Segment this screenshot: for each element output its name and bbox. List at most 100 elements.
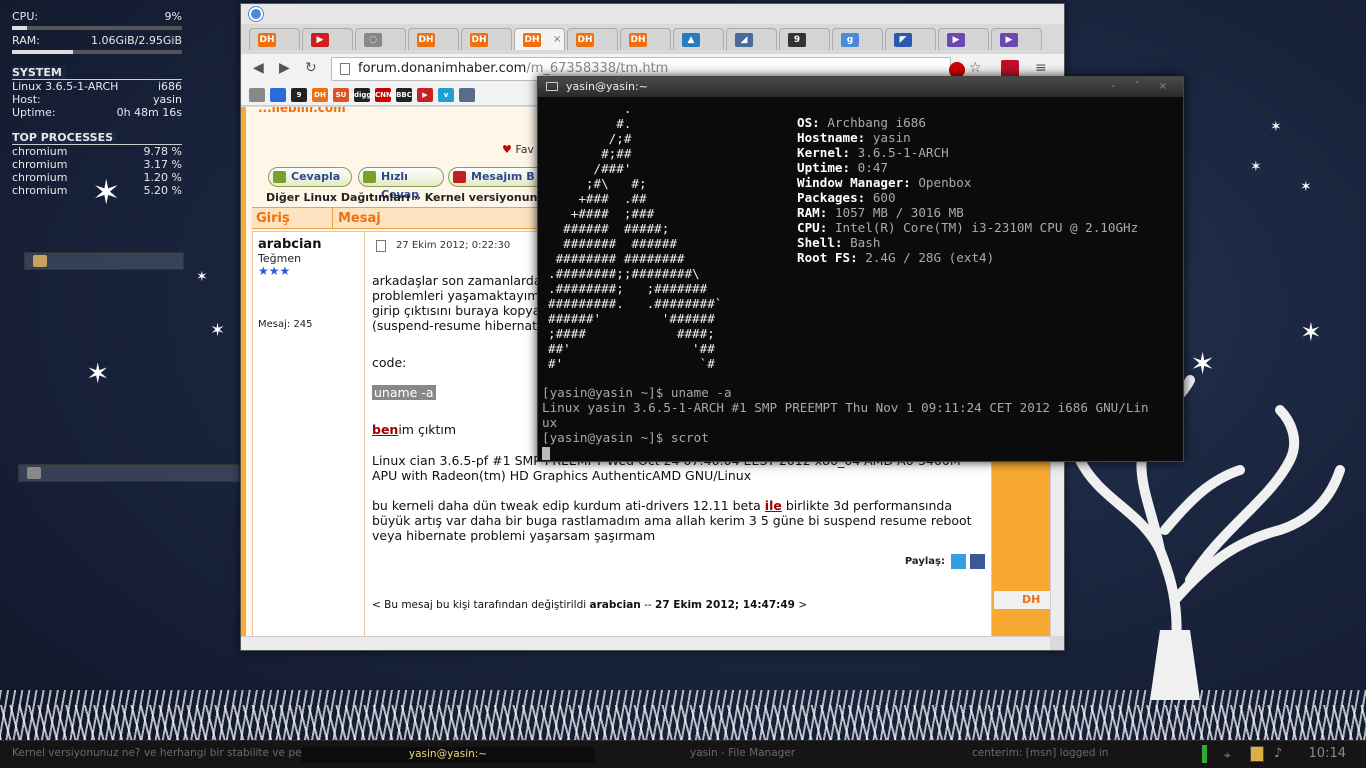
sysinfo-key: RAM: bbox=[797, 205, 828, 220]
reply-button[interactable]: Cevapla bbox=[268, 167, 352, 187]
sysinfo-row: Root FS: 2.4G / 28G (ext4) bbox=[797, 250, 1138, 265]
sysinfo-key: Kernel: bbox=[797, 145, 851, 160]
reload-button[interactable]: ↻ bbox=[305, 60, 317, 76]
sysinfo-value: 3.6.5-1-ARCH bbox=[857, 145, 949, 160]
bookmark-4[interactable]: SU bbox=[333, 88, 349, 102]
bookmark-0[interactable] bbox=[249, 88, 265, 102]
sysinfo-value: yasin bbox=[872, 130, 911, 145]
sysinfo-value: 2.4G / 28G (ext4) bbox=[865, 250, 995, 265]
sysinfo-value: Archbang i686 bbox=[827, 115, 926, 130]
tab-favicon: ▲ bbox=[682, 32, 700, 47]
menu-icon[interactable]: ≡ bbox=[1035, 60, 1047, 76]
favorites-link[interactable]: ♥ Fav bbox=[502, 143, 534, 156]
facebook-icon[interactable] bbox=[970, 554, 985, 569]
task-centerim[interactable]: centerim: [msn] logged in bbox=[972, 747, 1108, 759]
ile-link[interactable]: ile bbox=[765, 498, 782, 513]
sysinfo-key: Window Manager: bbox=[797, 175, 911, 190]
tab-strip: DH ▶ ◌ DH DH DH × DH DH ▲ ◢ 9 g ◤ ▶ ▶ bbox=[249, 28, 1060, 52]
bookmark-7[interactable]: BBC bbox=[396, 88, 412, 102]
tab-7[interactable]: DH bbox=[620, 28, 671, 50]
url-host: forum.donanimhaber.com bbox=[358, 61, 527, 76]
bookmark-1[interactable] bbox=[270, 88, 286, 102]
quick-reply-button[interactable]: Hızlı Cevap bbox=[358, 167, 444, 201]
post-date: 27 Ekim 2012; 0:22:30 bbox=[396, 240, 511, 251]
task-terminal[interactable]: yasin@yasin:~ bbox=[302, 747, 594, 763]
process-name: chromium bbox=[12, 184, 68, 197]
horizontal-scrollbar[interactable] bbox=[241, 636, 1050, 650]
bookmark-2[interactable]: 9 bbox=[291, 88, 307, 102]
tab-close-icon[interactable]: × bbox=[553, 34, 561, 45]
author-panel: arabcian Teğmen ★★★ Mesaj: 245 bbox=[253, 232, 365, 636]
clipboard-icon[interactable] bbox=[1250, 746, 1264, 762]
tab-11[interactable]: g bbox=[832, 28, 883, 50]
cpu-value: 9% bbox=[164, 10, 182, 23]
sysinfo-row: Shell: Bash bbox=[797, 235, 1138, 250]
task-browser[interactable]: Kernel versiyonunuz ne? ve herhangi bir … bbox=[12, 747, 329, 759]
process-list: chromium 9.78 % chromium 3.17 % chromium 1.20… bbox=[12, 145, 182, 197]
bookmark-6[interactable]: CNN bbox=[375, 88, 392, 102]
leaf-decoration: ✶ bbox=[196, 269, 208, 285]
leaf-decoration: ✶ bbox=[210, 320, 226, 341]
desktop-terminal-icon[interactable] bbox=[18, 464, 240, 482]
terminal-screen[interactable]: . #. /;# #;## /###' ;#\ #; +### .## +###… bbox=[542, 97, 1179, 460]
tab-9[interactable]: ◢ bbox=[726, 28, 777, 50]
tab-10[interactable]: 9 bbox=[779, 28, 830, 50]
sysinfo-row: CPU: Intel(R) Core(TM) i3-2310M CPU @ 2.… bbox=[797, 220, 1138, 235]
tab-favicon: 9 bbox=[788, 32, 806, 47]
terminal-icon bbox=[546, 82, 558, 91]
reply-icon bbox=[273, 171, 286, 183]
tab-1[interactable]: ▶ bbox=[302, 28, 353, 50]
tab-6[interactable]: DH bbox=[567, 28, 618, 50]
tab-4[interactable]: DH bbox=[461, 28, 512, 50]
desktop-home-icon[interactable] bbox=[24, 252, 184, 270]
ram-label: RAM: bbox=[12, 34, 40, 47]
leaf-decoration: ✶ bbox=[1300, 179, 1312, 195]
breadcrumb[interactable]: Diğer Linux Dağıtımları » Kernel versiyo… bbox=[266, 191, 571, 204]
back-button[interactable]: ◀ bbox=[253, 60, 264, 76]
window-buttons[interactable]: - ˄ × bbox=[1112, 77, 1175, 97]
tab-favicon: ▶ bbox=[1000, 32, 1018, 47]
tab-0[interactable]: DH bbox=[249, 28, 300, 50]
system-info: OS: Archbang i686 Hostname: yasin Kernel: … bbox=[797, 115, 1138, 265]
url-path: /m_67358338/tm.htm bbox=[526, 61, 669, 76]
browser-titlebar[interactable] bbox=[241, 4, 1064, 24]
author-name[interactable]: arabcian bbox=[258, 237, 359, 252]
cpu-bar bbox=[12, 26, 182, 30]
uptime-label: Uptime: bbox=[12, 106, 56, 119]
volume-icon[interactable]: ♪ bbox=[1274, 746, 1282, 761]
bookmark-3[interactable]: DH bbox=[312, 88, 328, 102]
process-name: chromium bbox=[12, 171, 68, 184]
bookmark-5[interactable]: digg bbox=[354, 88, 371, 102]
tab-favicon: ◤ bbox=[894, 32, 912, 47]
battery-icon[interactable] bbox=[1202, 745, 1207, 763]
tab-12[interactable]: ◤ bbox=[885, 28, 936, 50]
login-column[interactable]: Giriş bbox=[256, 211, 290, 226]
clock: 10:14 bbox=[1308, 746, 1346, 761]
cpu-label: CPU: bbox=[12, 10, 39, 23]
tab-5[interactable]: DH × bbox=[514, 28, 565, 50]
bookmark-8[interactable]: ▶ bbox=[417, 88, 433, 102]
bookmark-star-icon[interactable]: ☆ bbox=[969, 60, 982, 76]
tab-3[interactable]: DH bbox=[408, 28, 459, 50]
sysinfo-value: 0:47 bbox=[857, 160, 889, 175]
tab-8[interactable]: ▲ bbox=[673, 28, 724, 50]
bookmark-10[interactable] bbox=[459, 88, 475, 102]
twitter-icon[interactable] bbox=[951, 554, 966, 569]
network-icon[interactable]: ⌖ bbox=[1224, 748, 1231, 763]
ben-link[interactable]: ben bbox=[372, 422, 398, 437]
sysinfo-value: 1057 MB / 3016 MB bbox=[834, 205, 964, 220]
terminal-titlebar[interactable]: yasin@yasin:~ - ˄ × bbox=[538, 77, 1183, 97]
tab-14[interactable]: ▶ bbox=[991, 28, 1042, 50]
side-dh-link[interactable]: DH bbox=[994, 591, 1050, 609]
code-block: uname -a bbox=[372, 385, 436, 400]
top-cut-text: ...ilebilir.com bbox=[258, 107, 346, 115]
tab-13[interactable]: ▶ bbox=[938, 28, 989, 50]
sysinfo-key: OS: bbox=[797, 115, 820, 130]
terminal-window[interactable]: yasin@yasin:~ - ˄ × . #. /;# #;## /###' … bbox=[537, 76, 1184, 462]
monitor-icon bbox=[27, 467, 41, 479]
bookmark-9[interactable]: v bbox=[438, 88, 454, 102]
tab-2[interactable]: ◌ bbox=[355, 28, 406, 50]
forward-button[interactable]: ▶ bbox=[279, 60, 290, 76]
task-file-manager[interactable]: yasin - File Manager bbox=[690, 747, 795, 759]
sysinfo-row: RAM: 1057 MB / 3016 MB bbox=[797, 205, 1138, 220]
